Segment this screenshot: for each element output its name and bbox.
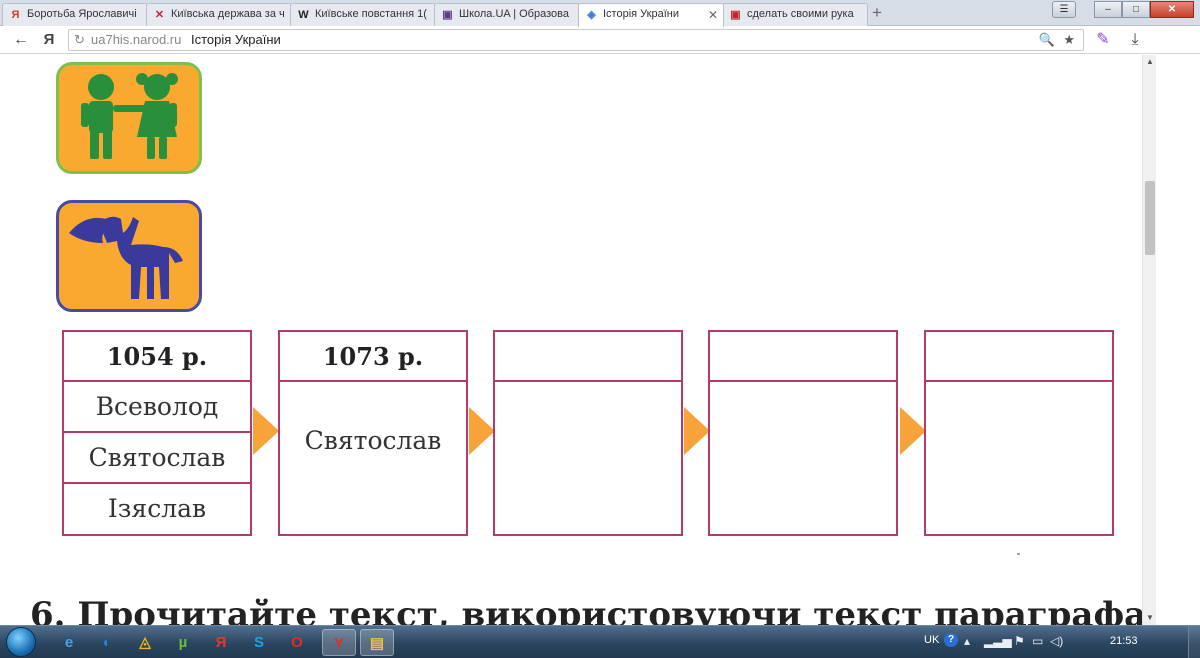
tab-label: Київське повстання 1( xyxy=(315,8,427,20)
yandex-home-button[interactable]: Я xyxy=(40,30,58,50)
navigation-bar: ← Я ↻ ua7his.narod.ru Історія України 🔍 … xyxy=(0,26,1200,54)
x-favicon-icon: ✕ xyxy=(154,9,165,21)
new-tab-button[interactable]: + xyxy=(866,3,888,23)
kids-pictogram-icon xyxy=(56,62,202,174)
tab-active[interactable]: ◈ Історія України ✕ xyxy=(578,3,724,27)
zoom-icon[interactable]: 🔍 xyxy=(1039,30,1055,50)
start-button[interactable] xyxy=(6,627,36,657)
table-cell: Всеволод xyxy=(64,382,250,433)
timeline-column-4 xyxy=(708,330,898,536)
timeline-column-5 xyxy=(924,330,1114,536)
vertical-scrollbar[interactable]: ▲ ▼ xyxy=(1142,55,1156,625)
arrow-right-icon xyxy=(469,407,495,455)
show-desktop-button[interactable] xyxy=(1188,626,1200,658)
tab-label: сделать своими рука xyxy=(747,8,854,20)
school-favicon-icon: ▣ xyxy=(442,9,453,21)
table-cell: Святослав xyxy=(64,433,250,484)
column-header xyxy=(926,332,1112,382)
image-favicon-icon: ▣ xyxy=(730,9,741,21)
bookmark-star-icon[interactable]: ★ xyxy=(1063,30,1075,50)
language-indicator[interactable]: UK xyxy=(924,634,939,646)
avast-icon[interactable]: ◬ xyxy=(128,629,162,656)
address-bar[interactable]: ↻ ua7his.narod.ru Історія України 🔍 ★ xyxy=(68,29,1084,51)
back-button[interactable]: ← xyxy=(10,30,32,50)
scan-speck xyxy=(1017,553,1020,555)
minimize-button[interactable]: – xyxy=(1094,1,1122,18)
tab-label: Боротьба Ярославичі xyxy=(27,8,137,20)
window-controls: ☰ – □ ✕ xyxy=(1052,1,1194,19)
maximize-button[interactable]: □ xyxy=(1122,1,1150,18)
site-favicon-icon: ◈ xyxy=(587,9,596,21)
tray-expand-icon[interactable]: ▴ xyxy=(964,634,970,648)
tab-label: Історія України xyxy=(603,8,679,20)
media-player-icon[interactable]: ◐ xyxy=(90,629,124,656)
scroll-down-arrow-icon[interactable]: ▼ xyxy=(1143,611,1157,625)
tab[interactable]: ▣ сделать своими рука xyxy=(722,3,868,26)
arrow-right-icon xyxy=(900,407,926,455)
url-domain: ua7his.narod.ru xyxy=(91,32,182,47)
yandex-icon[interactable]: Я xyxy=(204,629,238,656)
column-header xyxy=(710,332,896,382)
yandex-browser-icon[interactable]: Y xyxy=(322,629,356,656)
internet-explorer-icon[interactable]: e xyxy=(52,629,86,656)
browser-menu-button[interactable]: ☰ xyxy=(1052,1,1076,18)
column-header: 1073 р. xyxy=(280,332,466,382)
pegasus-pictogram-icon xyxy=(56,200,202,312)
power-icon[interactable]: ▭ xyxy=(1032,634,1043,648)
file-explorer-icon[interactable]: ▤ xyxy=(360,629,394,656)
feather-icon[interactable]: ✎ xyxy=(1092,30,1114,50)
tab[interactable]: ✕ Київська держава за ч xyxy=(146,3,292,26)
scroll-up-arrow-icon[interactable]: ▲ xyxy=(1143,55,1157,69)
url-page-title: Історія України xyxy=(190,32,281,47)
clock[interactable]: 21:53 xyxy=(1110,635,1138,647)
reload-icon[interactable]: ↻ xyxy=(74,30,85,50)
help-icon[interactable]: ? xyxy=(944,633,958,647)
close-tab-icon[interactable]: ✕ xyxy=(708,8,718,22)
download-icon[interactable]: ⤓ xyxy=(1124,30,1146,50)
windows-taskbar: e ◐ ◬ µ Я S O Y ▤ UK ? ▴ ▂▃▅ ⚑ ▭ ◁) 21:5… xyxy=(0,625,1200,658)
table-cell: Ізяслав xyxy=(107,494,207,523)
flag-icon[interactable]: ⚑ xyxy=(1014,634,1025,648)
timeline-column-3 xyxy=(493,330,683,536)
browser-window: Я Боротьба Ярославичі ✕ Київська держава… xyxy=(0,0,1200,658)
task-heading: 6. Прочитайте текст, використовуючи текс… xyxy=(30,595,1142,625)
yandex-favicon-icon: Я xyxy=(11,9,20,21)
network-signal-icon[interactable]: ▂▃▅ xyxy=(984,634,1012,648)
column-header: 1054 р. xyxy=(64,332,250,382)
timeline-column-1: 1054 р. Всеволод Святослав Ізяслав xyxy=(62,330,252,536)
scrollbar-thumb[interactable] xyxy=(1145,181,1155,255)
tab-strip: Я Боротьба Ярославичі ✕ Київська держава… xyxy=(0,0,1200,27)
column-body xyxy=(495,382,681,426)
timeline-column-2: 1073 р. Святослав xyxy=(278,330,468,536)
tab[interactable]: Я Боротьба Ярославичі xyxy=(2,3,148,26)
tab-label: Київська держава за ч xyxy=(171,8,285,20)
arrow-right-icon xyxy=(253,407,279,455)
tab[interactable]: ▣ Школа.UA | Образова xyxy=(434,3,580,26)
opera-icon[interactable]: O xyxy=(280,629,314,656)
column-header xyxy=(495,332,681,382)
column-body: Святослав xyxy=(304,426,442,455)
arrow-right-icon xyxy=(684,407,710,455)
wikipedia-favicon-icon: W xyxy=(298,9,309,21)
column-body xyxy=(926,382,1112,426)
tab-label: Школа.UA | Образова xyxy=(459,8,569,20)
close-window-button[interactable]: ✕ xyxy=(1150,1,1194,18)
utorrent-icon[interactable]: µ xyxy=(166,629,200,656)
volume-icon[interactable]: ◁) xyxy=(1050,634,1063,648)
tab[interactable]: W Київське повстання 1( xyxy=(290,3,436,26)
skype-icon[interactable]: S xyxy=(242,629,276,656)
column-body xyxy=(710,382,896,426)
page-content: 1054 р. Всеволод Святослав Ізяслав 1073 … xyxy=(0,55,1142,625)
system-tray: UK ? ▴ ▂▃▅ ⚑ ▭ ◁) 21:53 xyxy=(910,626,1200,658)
